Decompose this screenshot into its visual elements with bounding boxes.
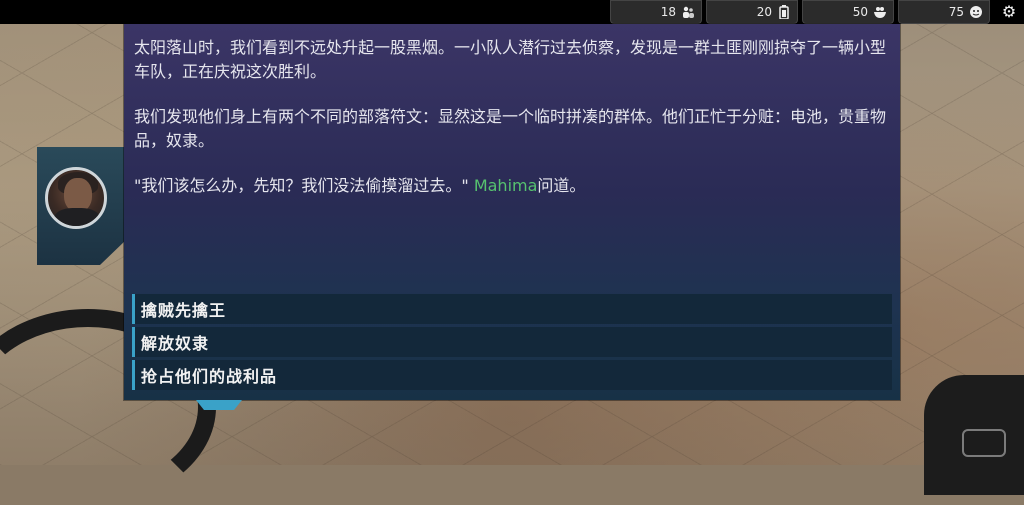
food-bowl-icon (873, 5, 887, 19)
resource-population-value: 18 (660, 5, 676, 19)
quote-suffix: 问道。 (537, 176, 586, 195)
choice-list: 擒贼先擒王 解放奴隶 抢占他们的战利品 (132, 294, 892, 393)
prophet-avatar (45, 167, 107, 229)
resource-food-value: 50 (852, 5, 868, 19)
battery-icon (777, 5, 791, 20)
choice-free-slaves[interactable]: 解放奴隶 (132, 327, 892, 357)
story-text: 太阳落山时，我们看到不远处升起一股黑烟。一小队人潜行过去侦察，发现是一群土匪刚刚… (134, 36, 894, 219)
resource-battery-value: 20 (756, 5, 772, 19)
map-marker-icon (962, 429, 1006, 457)
resource-morale: 75 (898, 0, 990, 24)
people-icon (681, 5, 695, 19)
resource-morale-value: 75 (948, 5, 964, 19)
settings-gear-icon[interactable]: ⚙ (994, 0, 1024, 22)
morale-icon (969, 5, 983, 19)
resource-food: 50 (802, 0, 894, 24)
choice-capture-leader[interactable]: 擒贼先擒王 (132, 294, 892, 324)
story-paragraph-3: "我们该怎么办，先知？我们没法偷摸溜过去。" Mahima问道。 (134, 174, 894, 198)
resource-battery: 20 (706, 0, 798, 24)
scroll-down-chevron-icon (196, 400, 242, 412)
resource-bar: 18 20 50 75 ⚙ (610, 0, 1024, 24)
choice-seize-loot[interactable]: 抢占他们的战利品 (132, 360, 892, 390)
quote-text: "我们该怎么办，先知？我们没法偷摸溜过去。" (134, 176, 474, 195)
resource-population: 18 (610, 0, 702, 24)
story-paragraph-1: 太阳落山时，我们看到不远处升起一股黑烟。一小队人潜行过去侦察，发现是一群土匪刚刚… (134, 38, 887, 81)
story-paragraph-2: 我们发现他们身上有两个不同的部落符文：显然这是一个临时拼凑的群体。他们正忙于分赃… (134, 107, 887, 150)
speaker-name: Mahima (473, 176, 538, 195)
